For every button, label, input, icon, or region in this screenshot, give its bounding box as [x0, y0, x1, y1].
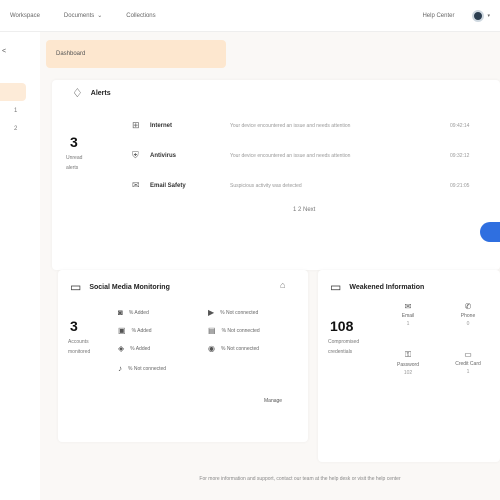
monitor-icon: ▭	[330, 280, 342, 294]
phone-icon: ✆	[464, 302, 472, 311]
social-count-label-1: Accounts	[68, 339, 89, 345]
page-banner: Dashboard	[46, 40, 226, 68]
alert-row[interactable]: ⛨ Antivirus Your device encountered an i…	[132, 150, 469, 161]
alert-name: Internet	[150, 122, 173, 129]
alerts-count-label-2: alerts	[66, 165, 79, 171]
alerts-title: Alerts	[90, 89, 111, 97]
alert-desc: Suspicious activity was detected	[230, 182, 302, 189]
chat-button[interactable]	[480, 222, 500, 242]
side-rail: < 1 2	[0, 32, 28, 500]
phone-item[interactable]: ✆ Phone 0	[448, 302, 488, 327]
collapse-arrow-icon[interactable]: <	[2, 48, 6, 55]
alerts-pager[interactable]: 1 2 Next	[293, 207, 315, 213]
alert-row[interactable]: ⊞ Internet Your device encountered an is…	[132, 120, 469, 131]
bell-icon: ♢	[72, 86, 83, 100]
alert-row[interactable]: ✉ Email Safety Suspicious activity was d…	[132, 180, 469, 191]
credit-card-icon: ▭	[464, 350, 472, 359]
social-count-label-2: monitored	[68, 349, 91, 355]
instagram-status: % Added	[128, 309, 149, 316]
social-card: ▭ Social Media Monitoring ⌂ 3 Accounts m…	[58, 270, 308, 442]
lock-icon[interactable]: ⌂	[280, 280, 285, 290]
facebook-icon: ▣	[118, 326, 126, 335]
chevron-down-icon[interactable]: ▾	[487, 13, 490, 19]
credit-card-item[interactable]: ▭ Credit Card 1	[448, 350, 488, 375]
alert-time: 09:32:12	[450, 152, 470, 159]
password-item[interactable]: ⚿ Password 102	[388, 350, 428, 376]
password-label: Password	[397, 362, 419, 368]
twitter-status: % Added	[130, 345, 151, 352]
youtube-status: % Not connected	[220, 309, 259, 316]
alert-desc: Your device encountered an issue and nee…	[230, 152, 351, 159]
weakness-card: ▭ Weakened Information 108 Compromised c…	[318, 270, 500, 462]
nav-collections-label: Collections	[126, 12, 156, 19]
instagram-item[interactable]: ◙ % Added	[118, 308, 149, 317]
alerts-count-label-1: Unread	[66, 155, 83, 161]
weakness-count-label-1: Compromised	[328, 339, 360, 345]
nav-workspace-label: Workspace	[10, 12, 40, 19]
social-title: Social Media Monitoring	[89, 283, 170, 291]
alert-time: 09:21:05	[450, 182, 470, 189]
email-value: 1	[406, 321, 410, 327]
alert-name: Email Safety	[150, 182, 186, 189]
phone-value: 0	[466, 321, 470, 327]
avatar[interactable]	[472, 9, 485, 22]
tiktok-status: % Not connected	[128, 365, 167, 372]
facebook-item[interactable]: ▣ % Added	[118, 326, 152, 335]
pinterest-icon: ◉	[208, 344, 215, 353]
youtube-icon: ▶	[208, 308, 215, 317]
youtube-item[interactable]: ▶ % Not connected	[208, 308, 258, 317]
weakness-count: 108	[330, 318, 354, 334]
email-label: Email	[401, 313, 415, 319]
top-nav: Workspace Documents ⌄ Collections Help C…	[0, 0, 500, 32]
mail-icon: ✉	[132, 180, 140, 190]
twitter-icon: ◈	[118, 344, 125, 353]
alerts-card: ♢ Alerts 3 Unread alerts ⊞ Internet Your…	[52, 80, 500, 270]
linkedin-item[interactable]: ▤ % Not connected	[208, 326, 260, 335]
alert-desc: Your device encountered an issue and nee…	[230, 122, 351, 129]
pinterest-status: % Not connected	[220, 345, 260, 352]
pinterest-item[interactable]: ◉ % Not connected	[208, 344, 259, 353]
tiktok-item[interactable]: ♪ % Not connected	[118, 364, 166, 373]
credit-card-label: Credit Card	[455, 361, 481, 367]
alert-time: 09:42:14	[450, 122, 470, 129]
email-icon: ✉	[404, 302, 412, 311]
instagram-icon: ◙	[118, 308, 123, 317]
password-icon: ⚿	[404, 350, 412, 359]
help-link[interactable]: Help Center	[422, 13, 454, 19]
nav-documents[interactable]: Documents ⌄	[63, 12, 103, 20]
chevron-down-icon: ⌄	[97, 13, 103, 19]
weakness-title: Weakened Information	[349, 283, 425, 291]
phone-label: Phone	[460, 313, 476, 319]
footer-text: For more information and support, contac…	[199, 476, 401, 482]
rail-item-1[interactable]: 1	[14, 108, 17, 114]
facebook-status: % Added	[131, 327, 152, 334]
main-content: Dashboard ♢ Alerts 3 Unread alerts ⊞ Int…	[40, 32, 500, 500]
linkedin-status: % Not connected	[221, 327, 260, 334]
weakness-count-label-2: credentials	[328, 349, 353, 355]
email-item[interactable]: ✉ Email 1	[388, 302, 428, 327]
password-value: 102	[403, 370, 413, 376]
credit-card-value: 1	[466, 369, 470, 375]
rail-item-2[interactable]: 2	[14, 126, 17, 132]
manage-link[interactable]: Manage	[264, 398, 282, 404]
social-header: ▭ Social Media Monitoring	[70, 280, 170, 294]
shield-icon: ⛨	[132, 150, 139, 160]
monitor-icon: ▭	[70, 280, 82, 294]
tiktok-icon: ♪	[118, 364, 122, 373]
alert-name: Antivirus	[150, 152, 177, 159]
nav-workspace[interactable]: Workspace	[10, 13, 40, 19]
twitter-item[interactable]: ◈ % Added	[118, 344, 150, 353]
rail-active-item[interactable]	[0, 83, 26, 101]
alerts-count: 3	[70, 134, 78, 150]
linkedin-icon: ▤	[208, 326, 216, 335]
nav-documents-label: Documents	[63, 12, 95, 19]
weakness-header: ▭ Weakened Information	[330, 280, 424, 294]
page-title: Dashboard	[56, 51, 86, 57]
nav-collections[interactable]: Collections	[126, 13, 155, 19]
social-count: 3	[70, 318, 78, 334]
alerts-header: ♢ Alerts	[72, 86, 111, 100]
globe-icon: ⊞	[132, 120, 140, 130]
